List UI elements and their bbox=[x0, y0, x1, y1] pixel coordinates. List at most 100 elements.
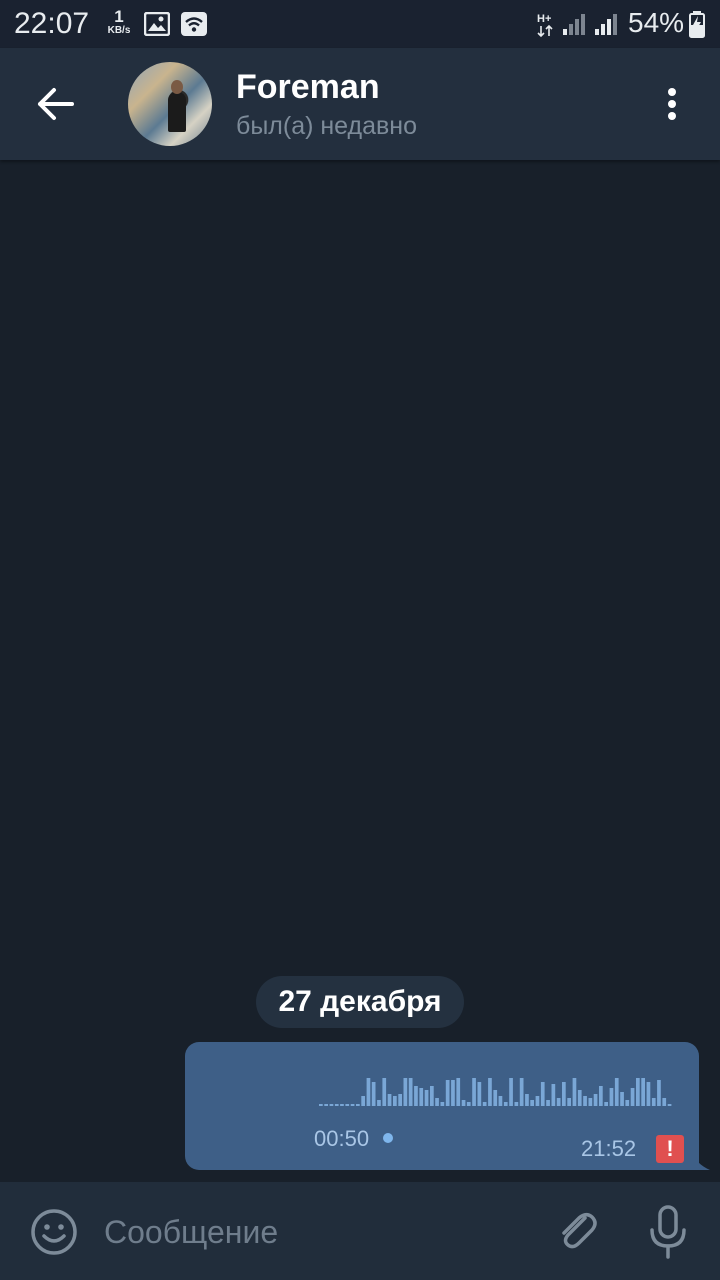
waveform-bar bbox=[340, 1104, 344, 1106]
chat-status: был(а) недавно bbox=[236, 112, 418, 140]
chat-title[interactable]: Foreman bbox=[236, 68, 380, 107]
more-vert-icon[interactable] bbox=[660, 84, 684, 124]
waveform-bar bbox=[350, 1104, 355, 1106]
waveform-bar bbox=[646, 1082, 651, 1106]
waveform-bar bbox=[440, 1102, 445, 1106]
waveform-bar bbox=[461, 1100, 466, 1106]
waveform-bar bbox=[319, 1104, 323, 1106]
waveform-bar bbox=[403, 1078, 408, 1106]
wifi-icon bbox=[181, 12, 207, 36]
send-error-icon[interactable]: ! bbox=[656, 1135, 684, 1163]
waveform-bar bbox=[556, 1098, 561, 1106]
waveform-bar bbox=[377, 1100, 381, 1106]
gallery-icon bbox=[144, 12, 170, 36]
waveform-bar bbox=[408, 1078, 413, 1106]
waveform-bar bbox=[361, 1096, 365, 1106]
waveform-bar bbox=[588, 1098, 593, 1106]
network-type-icon: H+ bbox=[537, 13, 553, 38]
waveform-bar bbox=[540, 1082, 545, 1106]
waveform-bar bbox=[599, 1086, 603, 1106]
bubble-tail bbox=[690, 1150, 710, 1170]
waveform-bar bbox=[641, 1078, 645, 1106]
waveform-bar bbox=[667, 1104, 672, 1106]
avatar-figure bbox=[168, 92, 186, 132]
signal-icon-2 bbox=[595, 14, 617, 35]
voice-duration: 00:50 bbox=[314, 1126, 370, 1151]
waveform-bar bbox=[546, 1100, 550, 1106]
avatar[interactable] bbox=[128, 62, 212, 146]
waveform-bar bbox=[419, 1088, 424, 1106]
waveform-bar bbox=[651, 1098, 656, 1106]
mic-icon[interactable] bbox=[644, 1204, 692, 1260]
waveform-bar bbox=[498, 1096, 503, 1106]
waveform-bar bbox=[562, 1082, 566, 1106]
message-input[interactable]: Сообщение bbox=[104, 1210, 524, 1254]
waveform-bar bbox=[356, 1104, 360, 1106]
waveform-bar bbox=[345, 1104, 350, 1106]
waveform-bar bbox=[414, 1086, 418, 1106]
waveform-bar bbox=[503, 1102, 508, 1106]
voice-waveform[interactable] bbox=[319, 1072, 673, 1108]
waveform-bar bbox=[371, 1082, 376, 1106]
waveform-bar bbox=[572, 1078, 577, 1106]
waveform-bar bbox=[430, 1086, 434, 1106]
waveform-bar bbox=[593, 1094, 598, 1106]
waveform-bar bbox=[324, 1104, 328, 1106]
waveform-bar bbox=[609, 1088, 614, 1106]
date-separator: 27 декабря bbox=[256, 976, 464, 1028]
network-type-label: H+ bbox=[537, 13, 551, 25]
waveform-bar bbox=[657, 1080, 661, 1106]
voice-message-bubble[interactable]: 00:50 21:52 ! bbox=[185, 1042, 699, 1170]
waveform-bar bbox=[630, 1088, 635, 1106]
waveform-bar bbox=[334, 1104, 339, 1106]
waveform-bar bbox=[477, 1082, 482, 1106]
waveform-bar bbox=[620, 1092, 624, 1106]
waveform-bar bbox=[329, 1104, 334, 1106]
waveform-bar bbox=[525, 1094, 529, 1106]
waveform-bar bbox=[577, 1090, 582, 1106]
attach-icon[interactable] bbox=[552, 1206, 602, 1256]
waveform-bar bbox=[625, 1100, 630, 1106]
waveform-bar bbox=[567, 1098, 571, 1106]
waveform-bar bbox=[435, 1098, 439, 1106]
waveform-bar bbox=[493, 1090, 498, 1106]
waveform-bar bbox=[466, 1102, 471, 1106]
chat-header: Foreman был(а) недавно bbox=[0, 48, 720, 160]
waveform-bar bbox=[514, 1102, 519, 1106]
waveform-bar bbox=[530, 1100, 534, 1106]
waveform-bar bbox=[519, 1078, 524, 1106]
waveform-bar bbox=[614, 1078, 619, 1106]
waveform-bar bbox=[424, 1090, 429, 1106]
waveform-bar bbox=[636, 1078, 640, 1106]
waveform-bar bbox=[604, 1102, 608, 1106]
emoji-icon[interactable] bbox=[30, 1208, 78, 1256]
waveform-bar bbox=[393, 1096, 397, 1106]
message-time: 21:52 bbox=[581, 1136, 637, 1161]
waveform-bar bbox=[472, 1078, 476, 1106]
waveform-bar bbox=[387, 1094, 392, 1106]
waveform-bar bbox=[488, 1078, 492, 1106]
status-time: 22:07 bbox=[14, 7, 90, 40]
waveform-bar bbox=[551, 1084, 556, 1106]
waveform-bar bbox=[583, 1096, 587, 1106]
avatar-figure-head bbox=[171, 80, 183, 94]
waveform-bar bbox=[445, 1080, 450, 1106]
waveform-bar bbox=[398, 1094, 402, 1106]
message-input-bar: Сообщение bbox=[0, 1182, 720, 1280]
waveform-bar bbox=[456, 1078, 461, 1106]
waveform-bar bbox=[509, 1078, 513, 1106]
waveform-bar bbox=[535, 1096, 540, 1106]
network-speed-unit: KB/s bbox=[107, 25, 131, 36]
network-speed-value: 1 bbox=[114, 7, 124, 26]
back-arrow-icon[interactable] bbox=[28, 84, 84, 124]
waveform-bar bbox=[382, 1078, 387, 1106]
battery-icon bbox=[689, 11, 705, 38]
waveform-bar bbox=[451, 1080, 455, 1106]
signal-icon bbox=[563, 14, 585, 35]
waveform-bar bbox=[482, 1102, 487, 1106]
waveform-bar bbox=[662, 1098, 667, 1106]
unplayed-indicator bbox=[383, 1133, 393, 1143]
network-speed: 1 KB/s bbox=[104, 8, 134, 36]
waveform-bar bbox=[366, 1078, 371, 1106]
battery-percent: 54% bbox=[628, 7, 685, 38]
